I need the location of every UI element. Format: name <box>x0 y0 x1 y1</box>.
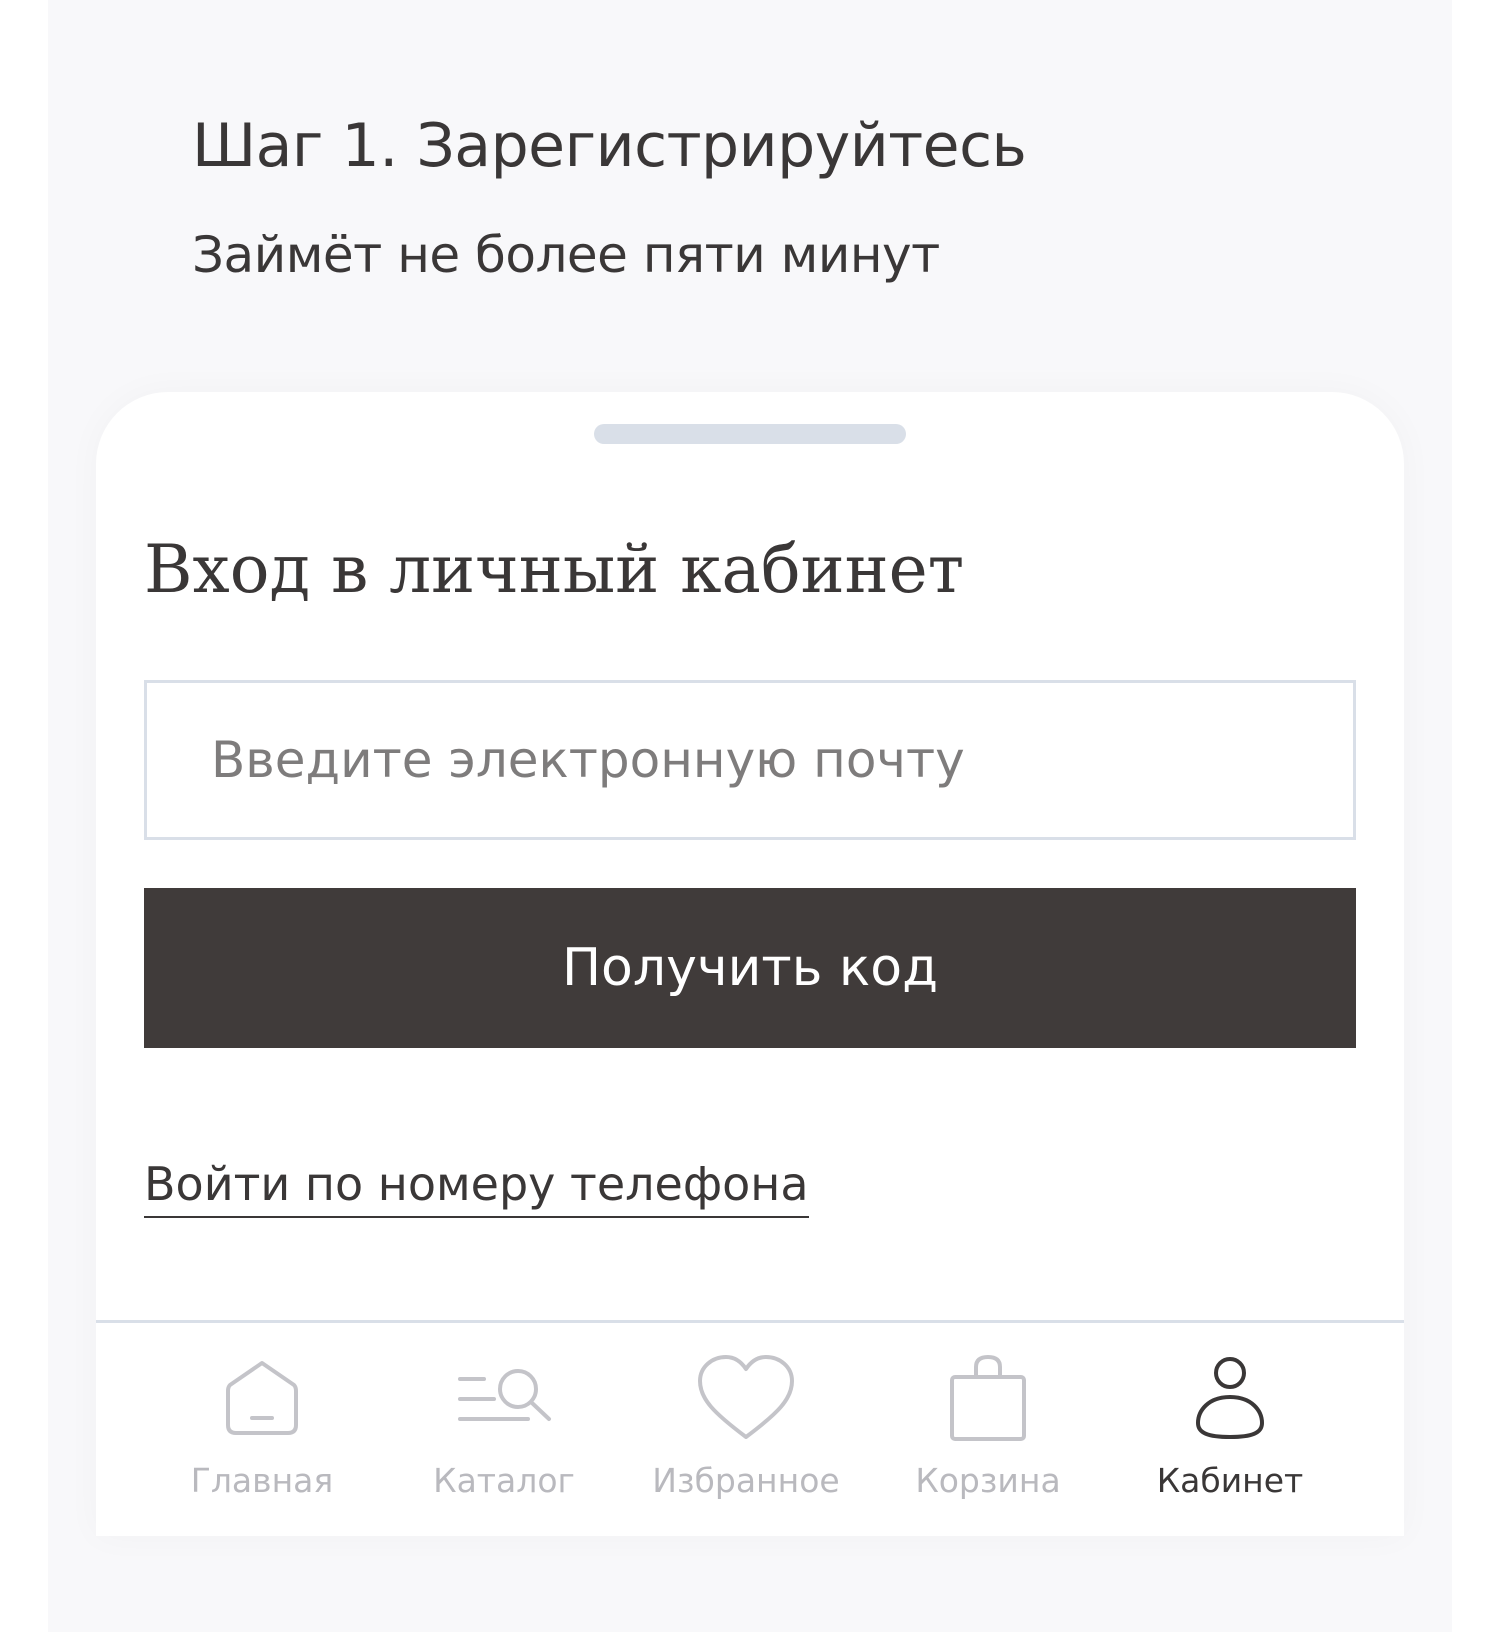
step-subtitle: Займёт не более пяти минут <box>192 226 940 284</box>
tab-home[interactable]: Главная <box>142 1323 382 1536</box>
shopping-bag-icon <box>950 1354 1026 1441</box>
home-icon <box>226 1361 298 1435</box>
step-title: Шаг 1. Зарегистрируйтесь <box>192 111 1027 181</box>
tab-account-label: Кабинет <box>1156 1461 1304 1500</box>
phone-login-link[interactable]: Войти по номеру телефона <box>144 1152 809 1218</box>
tab-cart-label: Корзина <box>915 1461 1061 1500</box>
tab-favorites-label: Избранное <box>652 1461 840 1500</box>
tab-catalog-label: Каталог <box>433 1461 575 1500</box>
catalog-search-icon <box>458 1369 551 1421</box>
phone-mockup-card: Вход в личный кабинет Получить код Войти… <box>96 392 1404 1536</box>
tab-cart[interactable]: Корзина <box>868 1323 1108 1536</box>
user-icon <box>1196 1357 1264 1439</box>
heart-icon <box>698 1355 794 1439</box>
login-title: Вход в личный кабинет <box>144 531 965 608</box>
sheet-drag-handle[interactable] <box>594 424 906 444</box>
tab-account[interactable]: Кабинет <box>1110 1323 1350 1536</box>
tab-home-label: Главная <box>190 1461 334 1500</box>
tab-catalog[interactable]: Каталог <box>384 1323 624 1536</box>
email-input[interactable] <box>144 680 1356 840</box>
get-code-button[interactable]: Получить код <box>144 888 1356 1048</box>
bottom-tab-bar: Главная Каталог Избранное Корзина Кабине… <box>96 1320 1404 1536</box>
tab-favorites[interactable]: Избранное <box>626 1323 866 1536</box>
